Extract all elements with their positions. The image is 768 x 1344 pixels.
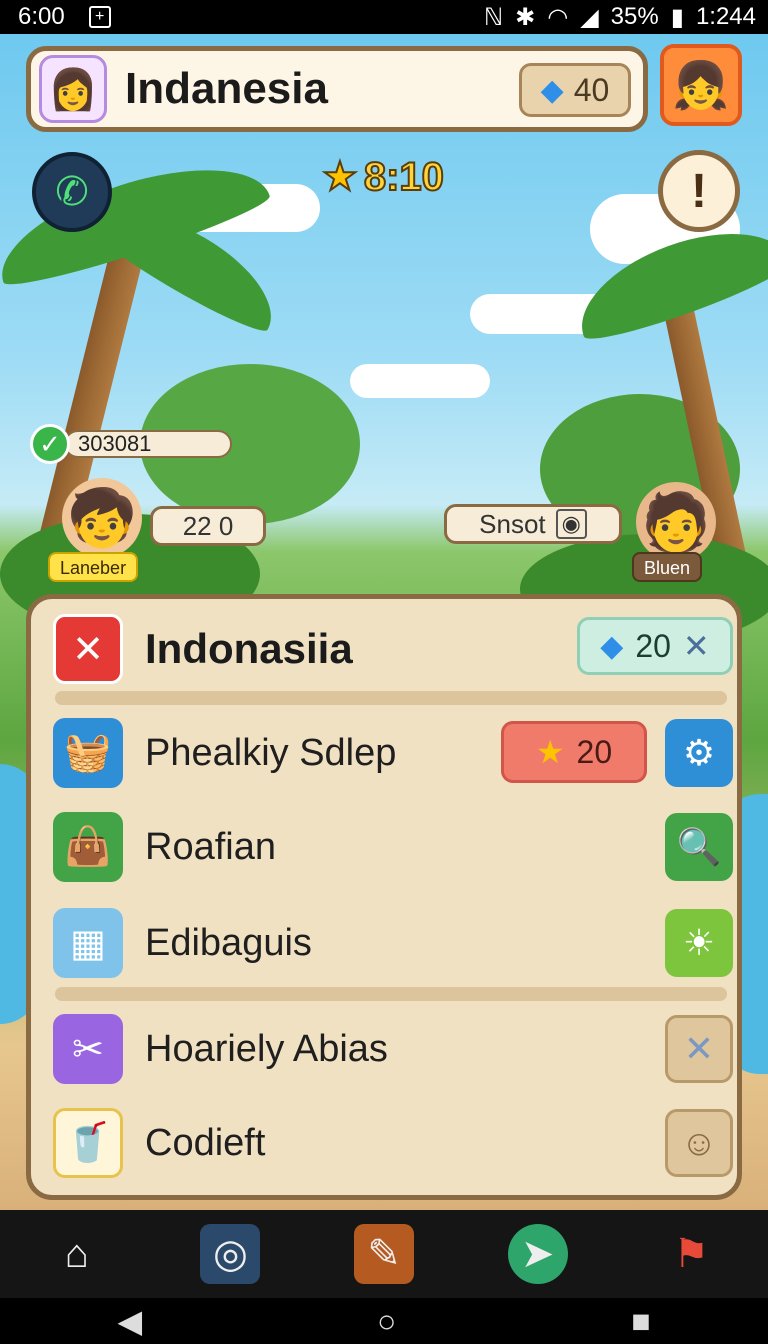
home-icon[interactable]: ⌂ (47, 1224, 107, 1284)
alert-icon: ! (691, 164, 707, 218)
cup-icon: 🥤 (53, 1108, 123, 1178)
list-item[interactable]: 🥤 Codieft ☺ (53, 1107, 733, 1179)
title-gem-badge[interactable]: ◆ 20 ✕ (577, 617, 733, 675)
check-icon: ✓ (30, 424, 70, 464)
location-header[interactable]: 👩 Indanesia ◆ 40 (26, 46, 648, 132)
battery-icon: ▮ (670, 3, 684, 31)
cross-icon[interactable]: ✕ (665, 1015, 733, 1083)
basket-icon: 🧺 (53, 718, 123, 788)
gear-icon[interactable]: ⚙ (665, 719, 733, 787)
alert-button[interactable]: ! (658, 150, 740, 232)
row-label: Phealkiy Sdlep (145, 731, 397, 774)
app-root: 6:00 + ℕ ✱ ◠ ◢ 35% ▮ 1:244 👩 Indanesia ◆… (0, 0, 768, 1344)
gem-icon: ◆ (540, 73, 564, 107)
status-bar: 6:00 + ℕ ✱ ◠ ◢ 35% ▮ 1:244 (0, 0, 768, 34)
timer-value: 8:10 (363, 154, 445, 200)
compass-icon[interactable]: ➤ (507, 1224, 568, 1284)
right-bubble-text: Snsot (479, 508, 546, 539)
left-character-bubble: 22 0 (150, 506, 266, 546)
right-character-label: Bluen (632, 552, 703, 582)
gem-icon: ◆ (600, 629, 624, 663)
title-badge-value: 20 (635, 627, 671, 664)
bottom-nav: ⌂ ◎ ✎ ➤ ⚑ (0, 1210, 768, 1298)
list-item[interactable]: ▦ Edibaguis ☀ (53, 907, 733, 979)
timer: ★ 8:10 (321, 154, 445, 201)
close-panel-icon[interactable]: ✕ (53, 614, 123, 684)
nfc-icon: ℕ (483, 3, 504, 31)
bag-icon: 👜 (53, 812, 123, 882)
left-bubble-text: 22 0 (182, 510, 234, 541)
divider (55, 987, 727, 1001)
recents-icon[interactable]: ■ (631, 1303, 650, 1340)
camera-icon: ◉ (555, 509, 587, 539)
home-system-icon[interactable]: ○ (377, 1303, 396, 1340)
score-pill: ✓ 303081 (30, 424, 232, 464)
right-character[interactable]: 🧑 (636, 482, 716, 562)
back-icon[interactable]: ◀ (117, 1302, 142, 1340)
panel-title-row: ✕ Indonasiia ◆ 20 ✕ (53, 613, 733, 685)
sun-creature-icon[interactable]: ☀ (665, 909, 733, 977)
friend-avatar[interactable]: 👧 (660, 44, 742, 126)
status-time: 6:00 (18, 3, 65, 30)
notification-icon: + (88, 6, 111, 28)
tape-icon[interactable]: ◎ (200, 1224, 261, 1284)
phone-icon: ✆ (55, 170, 89, 214)
score-value: 303081 (64, 430, 232, 458)
mission-panel: ✕ Indonasiia ◆ 20 ✕ 🧺 Phealkiy Sdlep ★ 2… (26, 594, 742, 1200)
battery-percent: 35% (610, 3, 659, 30)
tools-icon: ✂ (53, 1014, 123, 1084)
phone-button[interactable]: ✆ (32, 152, 112, 232)
right-character-bubble: Snsot ◉ (444, 504, 622, 544)
list-item[interactable]: ✂ Hoariely Abias ✕ (53, 1013, 733, 1085)
star-icon: ★ (535, 734, 565, 770)
reward-value: 20 (576, 733, 613, 770)
star-icon: ★ (321, 154, 359, 200)
left-character[interactable]: 🧒 (62, 478, 142, 558)
system-nav: ◀ ○ ■ (0, 1298, 768, 1344)
row-label: Codieft (145, 1121, 266, 1164)
flag-icon[interactable]: ⚑ (661, 1224, 721, 1284)
cloud (350, 364, 490, 398)
wifi-icon: ◠ (547, 3, 569, 31)
quests-icon[interactable]: ✎ (353, 1224, 414, 1284)
row-label: Hoariely Abias (145, 1027, 388, 1070)
row-label: Roafian (145, 825, 276, 868)
divider (55, 691, 727, 705)
gem-counter[interactable]: ◆ 40 (519, 63, 631, 117)
panel-title: Indonasiia (145, 625, 353, 672)
person-icon[interactable]: ☺ (665, 1109, 733, 1177)
bluetooth-icon: ✱ (515, 3, 536, 31)
cross-icon: ✕ (682, 628, 710, 664)
calendar-icon: ▦ (53, 908, 123, 978)
list-item[interactable]: 🧺 Phealkiy Sdlep ★ 20 ⚙ (53, 717, 733, 789)
magnifier-icon[interactable]: 🔍 (665, 813, 733, 881)
row-label: Edibaguis (145, 921, 312, 964)
signal-icon: ◢ (580, 3, 599, 31)
reward-badge[interactable]: ★ 20 (501, 721, 647, 783)
gem-count: 40 (573, 71, 610, 108)
left-character-label: Laneber (48, 552, 139, 582)
list-item[interactable]: 👜 Roafian 🔍 (53, 811, 733, 883)
status-clock: 1:244 (695, 3, 756, 30)
location-title: Indanesia (125, 64, 328, 113)
player-avatar[interactable]: 👩 (39, 55, 107, 123)
